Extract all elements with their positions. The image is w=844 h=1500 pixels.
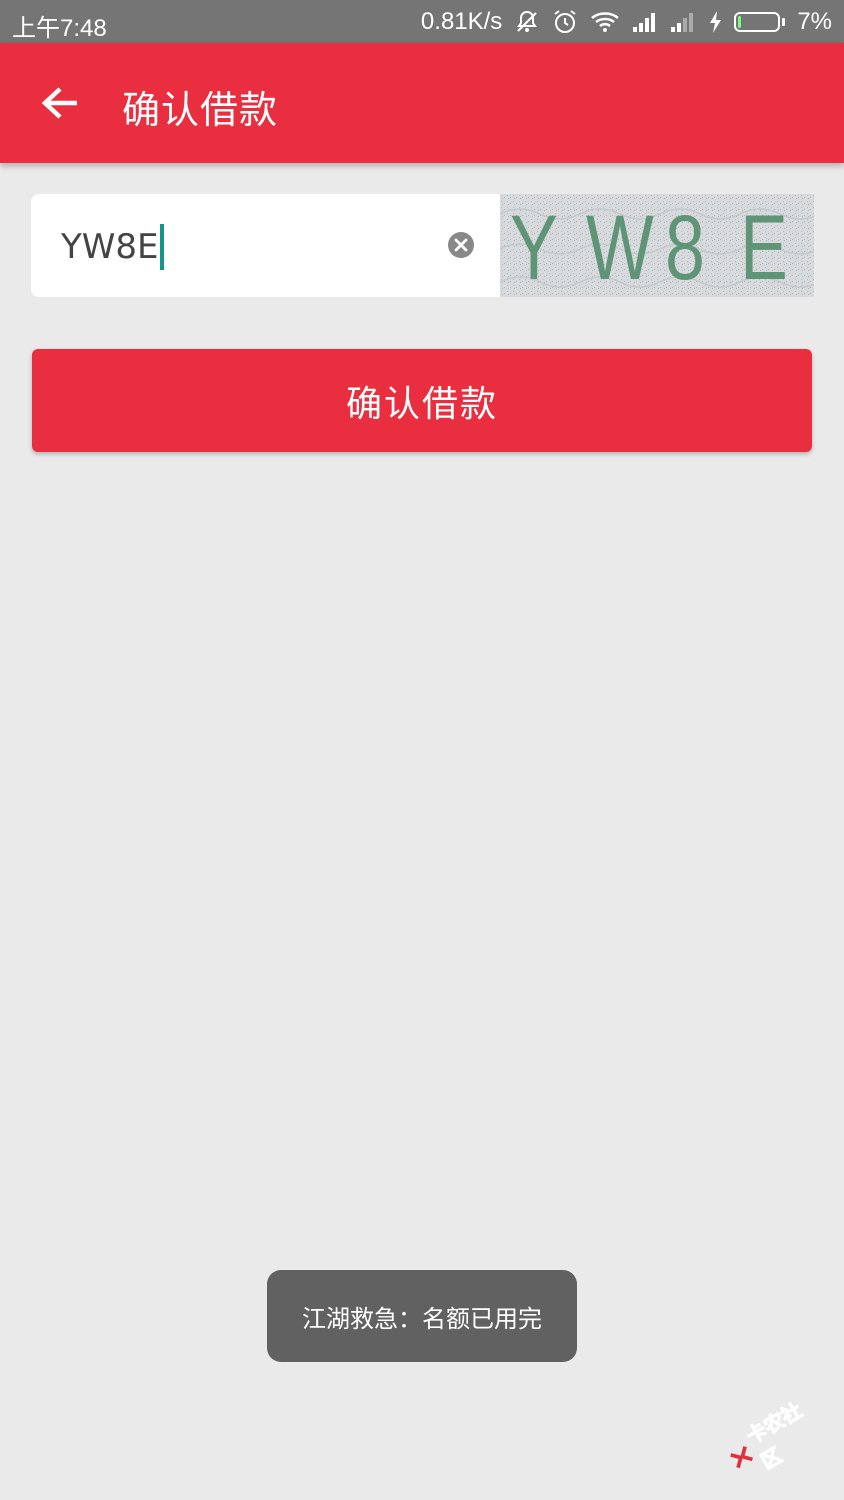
wifi-icon xyxy=(590,10,620,34)
captcha-image[interactable]: Y W 8 E xyxy=(500,194,814,297)
mute-icon xyxy=(514,9,540,35)
captcha-char: E xyxy=(740,197,788,297)
arrow-left-icon xyxy=(41,87,77,119)
alarm-icon xyxy=(552,9,578,35)
battery-level xyxy=(738,16,742,28)
net-speed: 0.81K/s xyxy=(420,8,503,35)
captcha-char: 8 xyxy=(665,197,705,297)
toast-message: 江湖救急：名额已用完 xyxy=(267,1270,577,1362)
watermark-logo: 卡农社区 xyxy=(722,1395,829,1480)
status-time: 上午7:48 xyxy=(12,15,107,42)
page-title: 确认借款 xyxy=(122,88,279,132)
captcha-row: YW8E Y W 8 E xyxy=(31,194,814,297)
confirm-loan-button[interactable]: 确认借款 xyxy=(32,349,812,452)
captcha-input-value: YW8E xyxy=(61,227,159,267)
back-button[interactable] xyxy=(34,77,86,129)
signal-weak-icon xyxy=(670,11,696,33)
captcha-input[interactable]: YW8E xyxy=(31,194,500,297)
captcha-char: Y xyxy=(510,197,558,297)
app-bar: 确认借款 xyxy=(0,43,844,163)
status-bar: 上午7:48 0.81K/s 7% xyxy=(0,0,844,43)
clear-icon[interactable] xyxy=(447,231,475,259)
charging-icon xyxy=(708,10,722,34)
status-icons: 0.81K/s 7% xyxy=(421,8,832,36)
captcha-char: W xyxy=(586,197,654,297)
battery-icon xyxy=(734,12,786,32)
text-caret xyxy=(159,224,164,270)
battery-percent: 7% xyxy=(797,8,832,35)
signal-icon xyxy=(632,11,658,33)
